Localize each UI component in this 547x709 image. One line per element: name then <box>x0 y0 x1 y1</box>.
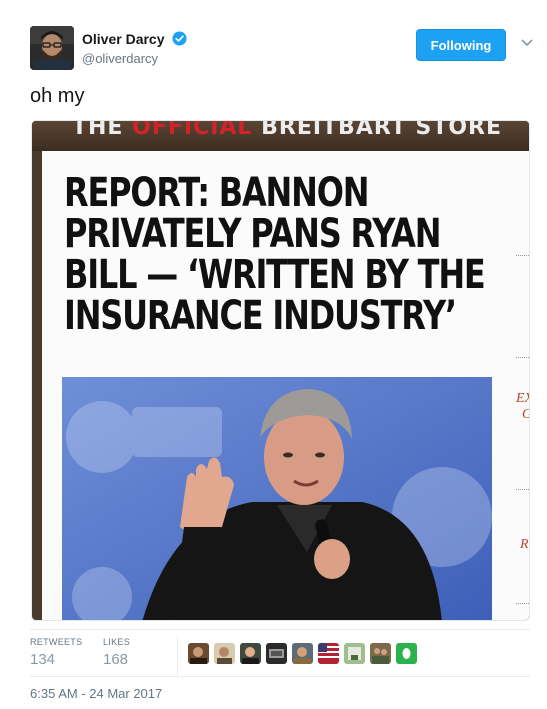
author-name-block: Oliver Darcy @oliverdarcy <box>82 30 187 66</box>
liker-avatar[interactable] <box>344 643 365 664</box>
liker-avatar[interactable] <box>188 643 209 664</box>
stats-divider <box>30 629 530 630</box>
bannon-photo <box>62 377 492 620</box>
liker-avatar[interactable] <box>240 643 261 664</box>
chevron-down-icon[interactable] <box>520 38 534 48</box>
sidebar-divider <box>516 255 529 256</box>
store-banner: THE OFFICIAL BREITBART STORE <box>32 121 529 151</box>
sidebar-fragment: R <box>520 537 529 552</box>
store-banner-text: THE OFFICIAL BREITBART STORE <box>72 121 502 140</box>
following-button[interactable]: Following <box>416 29 506 61</box>
likes-stat[interactable]: LIKES 168 <box>103 637 130 668</box>
article-page: REPORT: BANNON PRIVATELY PANS RYAN BILL … <box>42 151 529 620</box>
liker-avatar[interactable] <box>292 643 313 664</box>
headline-line: INSURANCE INDUSTRY’ <box>64 293 457 339</box>
article-headline: REPORT: BANNON PRIVATELY PANS RYAN BILL … <box>64 170 486 339</box>
sidebar-divider <box>516 489 529 490</box>
author-avatar[interactable] <box>30 26 74 70</box>
likes-count: 168 <box>103 651 129 668</box>
sidebar-fragment: G <box>522 407 529 423</box>
liker-avatar[interactable] <box>370 643 391 664</box>
likes-label: LIKES <box>103 637 131 647</box>
retweets-stat[interactable]: RETWEETS 134 <box>30 637 82 668</box>
sidebar-divider <box>516 357 529 358</box>
verified-badge-icon <box>172 31 187 46</box>
author-display-name[interactable]: Oliver Darcy <box>82 31 165 47</box>
headline-line: BILL — ‘WRITTEN BY THE <box>64 252 486 298</box>
liker-avatar[interactable] <box>214 643 235 664</box>
retweets-count: 134 <box>30 651 56 668</box>
tweet-media-image[interactable]: THE OFFICIAL BREITBART STORE REPORT: BAN… <box>31 120 530 621</box>
author-handle[interactable]: @oliverdarcy <box>82 51 187 66</box>
headline-line: REPORT: BANNON <box>64 170 369 216</box>
tweet-text: oh my <box>30 85 85 107</box>
stats-vertical-divider <box>177 637 178 677</box>
liker-avatar[interactable] <box>396 643 417 664</box>
retweets-label: RETWEETS <box>30 637 83 647</box>
liker-avatar[interactable] <box>266 643 287 664</box>
tweet-header: Oliver Darcy @oliverdarcy Following <box>30 26 533 70</box>
liker-avatar[interactable] <box>318 643 339 664</box>
sidebar-fragment: EX <box>516 391 529 406</box>
sidebar-divider <box>516 603 529 604</box>
headline-line: PRIVATELY PANS RYAN <box>64 211 441 257</box>
timestamp-divider <box>30 676 530 677</box>
tweet-timestamp[interactable]: 6:35 AM - 24 Mar 2017 <box>30 686 162 701</box>
